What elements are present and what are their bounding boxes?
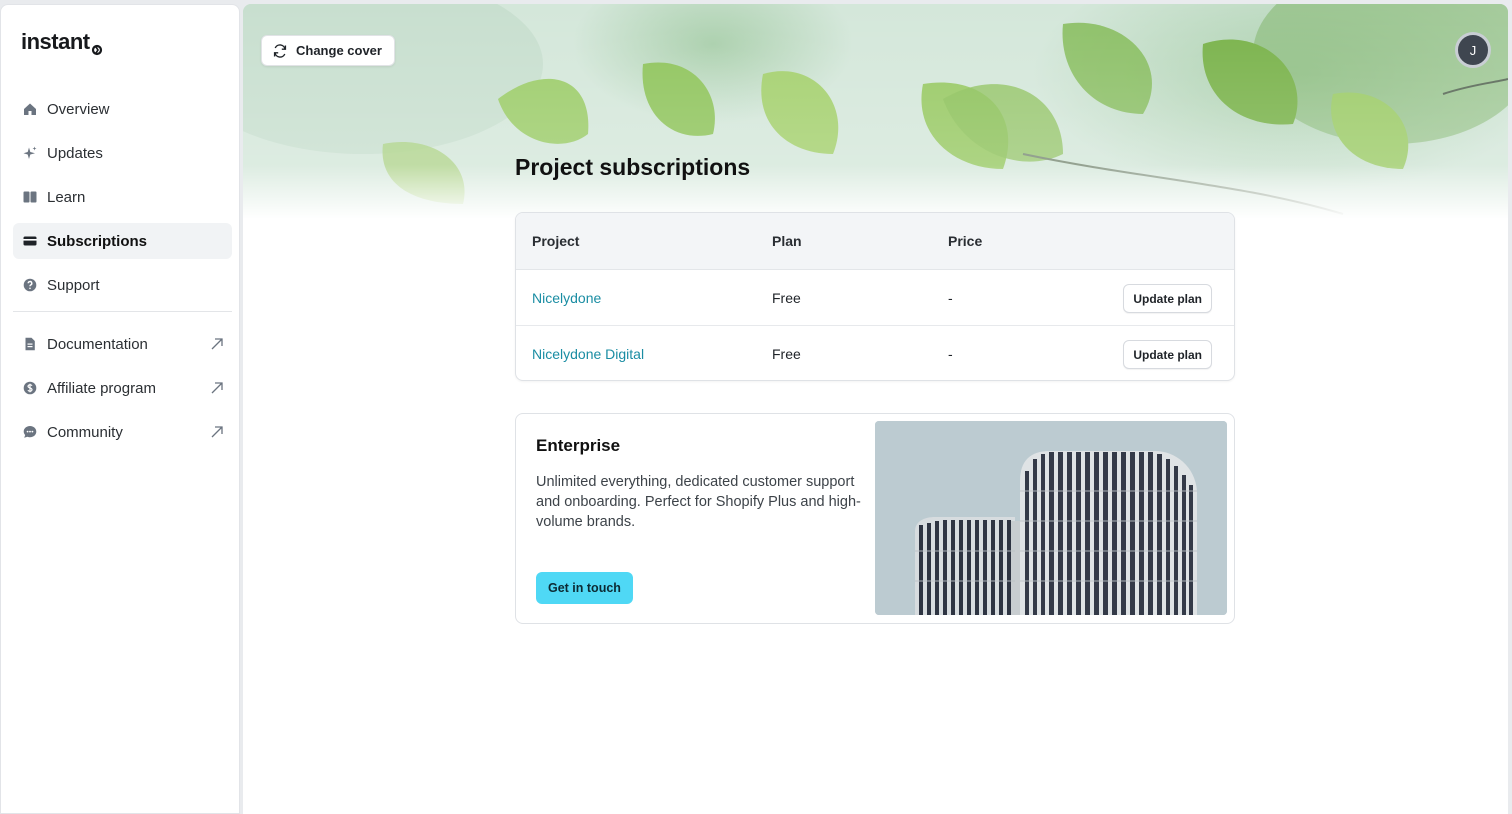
- enterprise-title: Enterprise: [536, 436, 621, 455]
- table-row: Nicelydone Digital Free - Update plan: [516, 326, 1234, 380]
- chat-bubble-icon: [23, 425, 37, 439]
- building-image: [875, 421, 1227, 615]
- cover-image: [243, 4, 1508, 219]
- sidebar-item-community[interactable]: Community: [13, 414, 232, 450]
- price-cell: -: [948, 289, 953, 306]
- project-link[interactable]: Nicelydone: [532, 290, 601, 306]
- sidebar-item-documentation[interactable]: Documentation: [13, 326, 232, 362]
- change-cover-button[interactable]: Change cover: [261, 35, 395, 66]
- document-icon: [23, 337, 37, 351]
- leaves-illustration: [243, 4, 1508, 219]
- sidebar: instant Overview Updates Learn Subscript…: [0, 4, 240, 814]
- column-header-plan: Plan: [772, 233, 802, 249]
- sidebar-item-overview[interactable]: Overview: [13, 91, 232, 127]
- change-cover-label: Change cover: [296, 43, 382, 58]
- book-icon: [23, 190, 37, 204]
- table-header: Project Plan Price: [516, 213, 1234, 270]
- column-header-project: Project: [532, 233, 580, 249]
- sidebar-item-label: Learn: [47, 188, 86, 206]
- logo-text: instant: [21, 29, 90, 54]
- subscriptions-table: Project Plan Price Nicelydone Free - Upd…: [515, 212, 1235, 381]
- sidebar-item-label: Affiliate program: [47, 379, 156, 397]
- plan-cell: Free: [772, 289, 801, 306]
- refresh-icon: [273, 43, 287, 58]
- get-in-touch-button[interactable]: Get in touch: [536, 572, 633, 604]
- sidebar-item-label: Community: [47, 423, 123, 441]
- external-link-icon: [210, 381, 224, 395]
- sidebar-divider: [13, 311, 232, 312]
- sidebar-item-updates[interactable]: Updates: [13, 135, 232, 171]
- update-plan-button[interactable]: Update plan: [1123, 284, 1212, 313]
- page-title: Project subscriptions: [515, 154, 751, 180]
- logo-mark-icon: [91, 36, 103, 56]
- dollar-circle-icon: [23, 381, 37, 395]
- sidebar-item-label: Documentation: [47, 335, 148, 353]
- sidebar-item-label: Overview: [47, 100, 110, 118]
- external-link-icon: [210, 337, 224, 351]
- update-plan-button[interactable]: Update plan: [1123, 340, 1212, 369]
- sidebar-item-label: Subscriptions: [47, 232, 148, 250]
- sparkle-icon: [23, 146, 37, 160]
- logo[interactable]: instant: [21, 29, 103, 56]
- column-header-price: Price: [948, 233, 983, 249]
- project-link[interactable]: Nicelydone Digital: [532, 346, 644, 362]
- enterprise-card: Enterprise Unlimited everything, dedicat…: [515, 413, 1235, 624]
- credit-card-icon: [23, 234, 37, 248]
- user-avatar[interactable]: J: [1455, 32, 1491, 68]
- table-row: Nicelydone Free - Update plan: [516, 270, 1234, 326]
- enterprise-description: Unlimited everything, dedicated customer…: [536, 474, 861, 530]
- sidebar-item-label: Support: [47, 276, 100, 294]
- sidebar-item-learn[interactable]: Learn: [13, 179, 232, 215]
- sidebar-nav: Overview Updates Learn Subscriptions Sup…: [13, 91, 232, 458]
- price-cell: -: [948, 346, 953, 362]
- external-link-icon: [210, 425, 224, 439]
- help-circle-icon: [23, 278, 37, 292]
- office-building-illustration: [875, 421, 1227, 615]
- main-content: Change cover J Project subscriptions Pro…: [243, 4, 1508, 814]
- sidebar-item-support[interactable]: Support: [13, 267, 232, 303]
- sidebar-item-label: Updates: [47, 144, 103, 162]
- home-icon: [23, 102, 37, 116]
- plan-cell: Free: [772, 346, 801, 362]
- sidebar-item-affiliate-program[interactable]: Affiliate program: [13, 370, 232, 406]
- sidebar-item-subscriptions[interactable]: Subscriptions: [13, 223, 232, 259]
